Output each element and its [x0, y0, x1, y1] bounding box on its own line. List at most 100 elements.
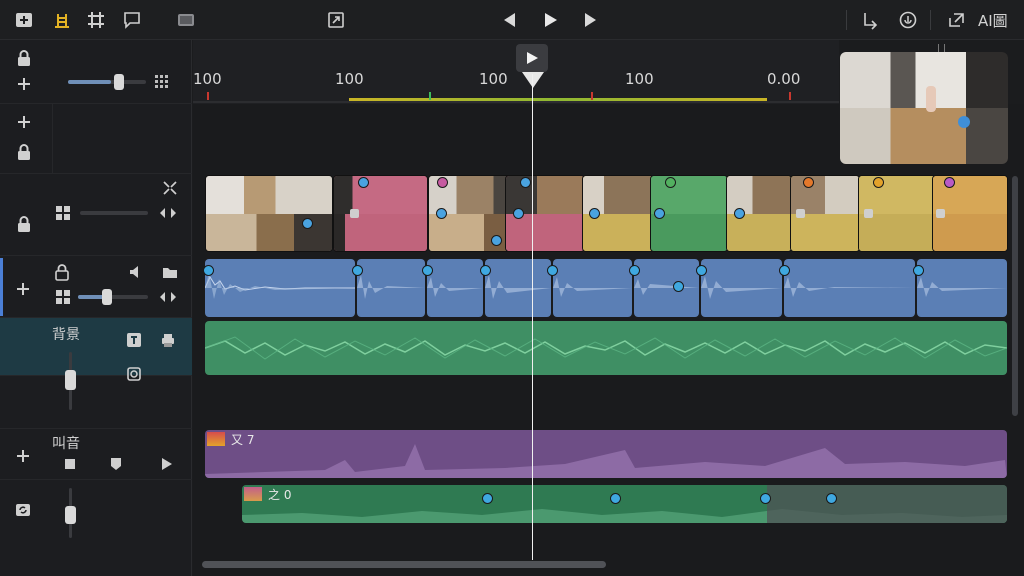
transition-marker[interactable]: [589, 208, 600, 219]
voice-clip[interactable]: [427, 259, 483, 317]
add-voice-button[interactable]: [12, 278, 34, 300]
mute-button[interactable]: [126, 262, 146, 282]
transition-handle[interactable]: [796, 209, 805, 218]
plus-icon: [17, 283, 29, 295]
clip-marker[interactable]: [873, 177, 884, 188]
music-clip[interactable]: 又 7: [205, 430, 1007, 478]
sub-marker[interactable]: [760, 493, 771, 504]
playhead-line[interactable]: [532, 74, 533, 560]
lock-toggle[interactable]: [14, 48, 34, 68]
voice-marker[interactable]: [547, 265, 558, 276]
audio-export-button[interactable]: [158, 330, 178, 350]
share-button[interactable]: [944, 8, 968, 32]
clip-marker[interactable]: [665, 177, 676, 188]
crop-button[interactable]: [324, 8, 348, 32]
voice-marker[interactable]: [629, 265, 640, 276]
trim-icon: [55, 14, 69, 28]
layout-button[interactable]: [174, 8, 198, 32]
audio-volume-knob[interactable]: [65, 370, 76, 390]
voice-marker[interactable]: [422, 265, 433, 276]
voice-clip[interactable]: [634, 259, 699, 317]
comment-button[interactable]: [120, 8, 144, 32]
stretch-button[interactable]: [158, 204, 178, 222]
waveform: [205, 444, 1007, 478]
voice-marker[interactable]: [203, 265, 214, 276]
transition-handle[interactable]: [936, 209, 945, 218]
audio-text-button[interactable]: [124, 330, 144, 350]
voice-clip[interactable]: [701, 259, 782, 317]
transition-marker[interactable]: [302, 218, 313, 229]
trim-tool-button[interactable]: [50, 8, 74, 32]
clip-marker[interactable]: [944, 177, 955, 188]
voice-clip[interactable]: [917, 259, 1007, 317]
sub-marker[interactable]: [482, 493, 493, 504]
add-music-button[interactable]: [12, 445, 34, 467]
video-lock-toggle[interactable]: [14, 214, 34, 234]
transition-marker[interactable]: [491, 235, 502, 246]
voice-clip[interactable]: [357, 259, 425, 317]
transition-marker[interactable]: [734, 208, 745, 219]
music-marker-button[interactable]: [106, 455, 126, 473]
master-volume-knob[interactable]: [114, 74, 124, 90]
track-headers-panel: 背景 叫音: [0, 40, 192, 576]
music-stop-button[interactable]: [60, 455, 80, 473]
overlay-lock-toggle[interactable]: [14, 142, 34, 162]
voice-volume-slider[interactable]: [78, 295, 148, 299]
voice-clip[interactable]: [784, 259, 915, 317]
voice-marker[interactable]: [779, 265, 790, 276]
horizontal-scrollbar[interactable]: [202, 561, 606, 568]
folder-button[interactable]: [160, 262, 180, 282]
next-frame-button[interactable]: [578, 8, 602, 32]
playhead-pointer[interactable]: [522, 72, 544, 88]
sub-marker[interactable]: [826, 493, 837, 504]
sub-volume-knob[interactable]: [65, 506, 76, 524]
expand-button[interactable]: [160, 178, 180, 198]
clip-marker[interactable]: [437, 177, 448, 188]
music-play-button[interactable]: [156, 455, 176, 473]
sub-marker[interactable]: [610, 493, 621, 504]
voice-marker[interactable]: [696, 265, 707, 276]
transition-handle[interactable]: [350, 209, 359, 218]
replace-button[interactable]: [12, 500, 34, 520]
record-voice-button[interactable]: [896, 8, 920, 32]
audio-clip[interactable]: [205, 321, 1007, 375]
transition-handle[interactable]: [864, 209, 873, 218]
voice-marker[interactable]: [480, 265, 491, 276]
voice-clip[interactable]: [485, 259, 551, 317]
previous-frame-button[interactable]: [498, 8, 522, 32]
add-overlay-button[interactable]: [14, 112, 34, 132]
grid-tool-button[interactable]: [84, 8, 108, 32]
video-zoom-slider[interactable]: [80, 211, 148, 215]
voice-stretch-button[interactable]: [158, 288, 178, 306]
play-button[interactable]: [538, 8, 562, 32]
voice-volume-knob[interactable]: [102, 289, 112, 305]
sub-audio-clip[interactable]: 之 0: [242, 485, 1007, 523]
clip-marker[interactable]: [803, 177, 814, 188]
ai-button[interactable]: AI圖: [978, 10, 1008, 31]
voice-clip[interactable]: [205, 259, 355, 317]
clip-thumbnail: [859, 176, 935, 214]
voice-marker[interactable]: [913, 265, 924, 276]
add-media-button[interactable]: [12, 8, 36, 32]
transition-marker[interactable]: [436, 208, 447, 219]
clip-marker[interactable]: [358, 177, 369, 188]
voice-lock-toggle[interactable]: [52, 262, 72, 282]
clip-marker[interactable]: [520, 177, 531, 188]
video-clip[interactable]: [333, 175, 428, 252]
voice-marker[interactable]: [673, 281, 684, 292]
voice-marker[interactable]: [352, 265, 363, 276]
add-track-button[interactable]: [14, 74, 34, 94]
thumbnail-grid-button[interactable]: [54, 204, 72, 222]
playhead-handle[interactable]: [516, 44, 548, 72]
keyframe-grid-button[interactable]: [152, 72, 170, 90]
vertical-scrollbar[interactable]: [1012, 176, 1018, 416]
transition-marker[interactable]: [513, 208, 524, 219]
video-clip[interactable]: [205, 175, 333, 252]
audio-loop-button[interactable]: [124, 364, 144, 384]
voice-grid-button[interactable]: [54, 288, 72, 306]
master-volume-slider[interactable]: [68, 80, 146, 84]
voice-clip[interactable]: [553, 259, 632, 317]
snap-button[interactable]: [858, 8, 882, 32]
transition-marker[interactable]: [654, 208, 665, 219]
preview-monitor[interactable]: [840, 52, 1008, 164]
